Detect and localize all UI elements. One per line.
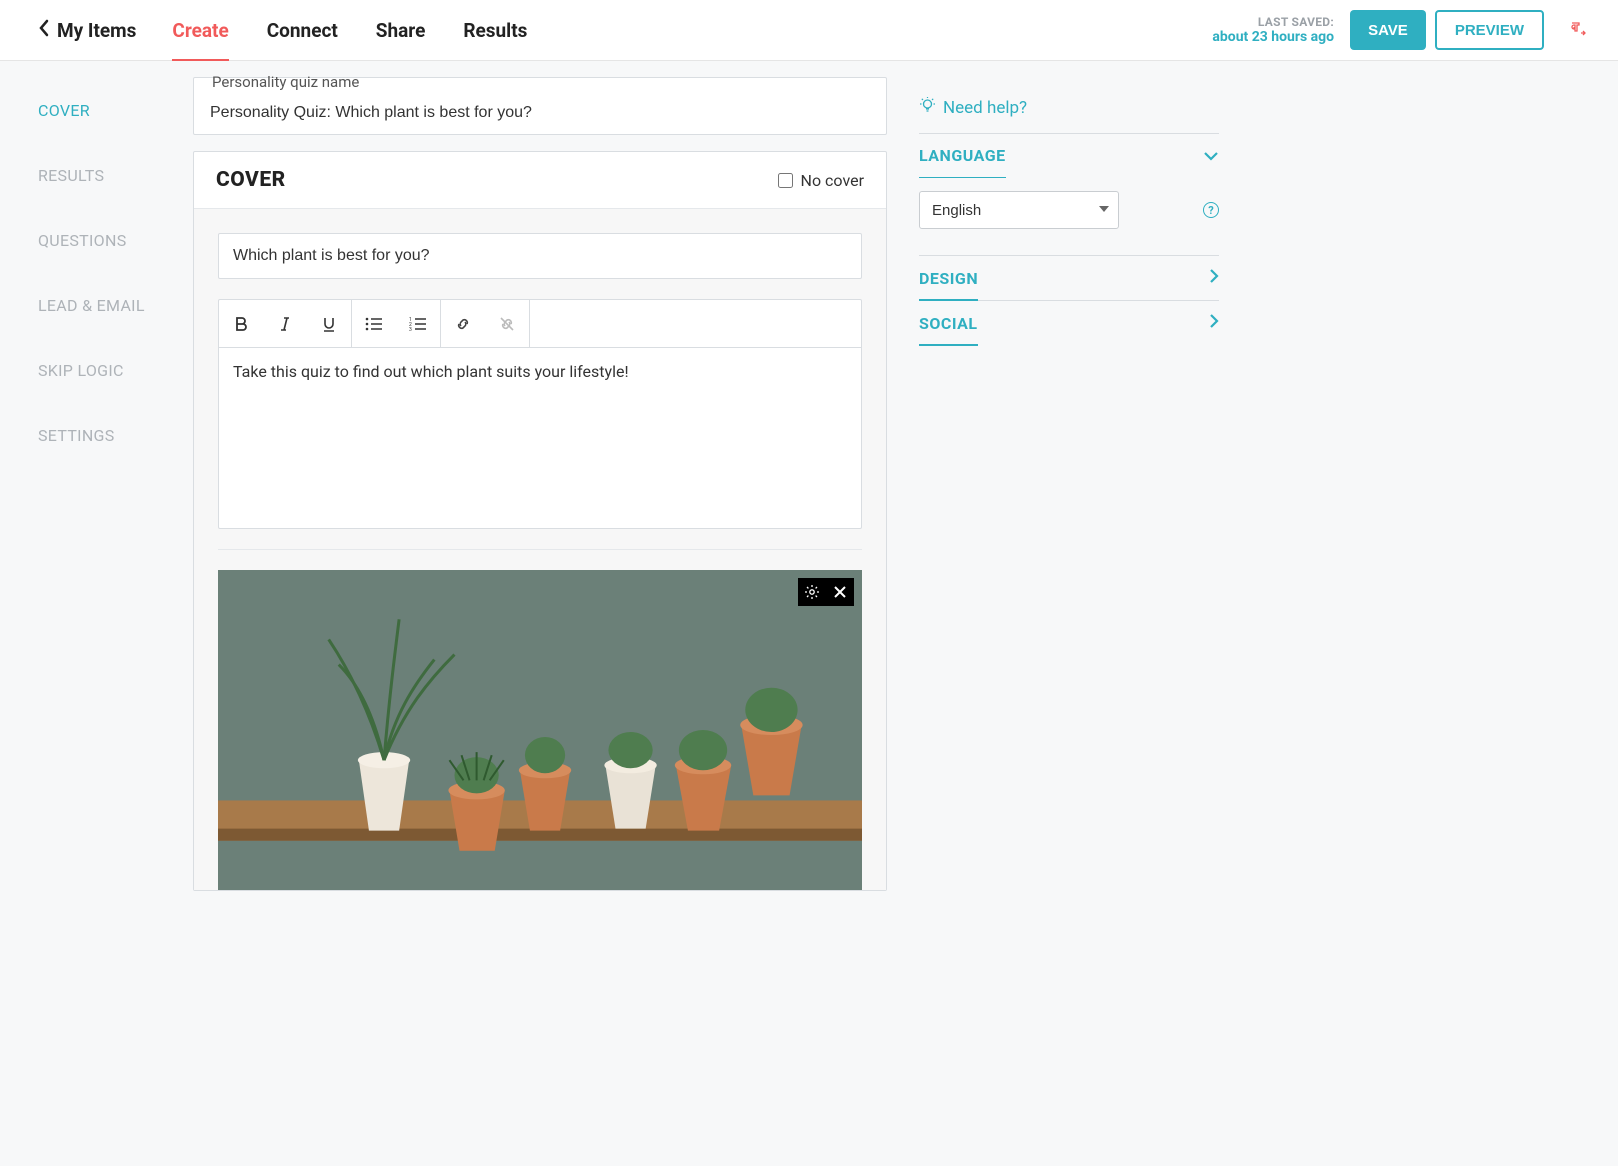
back-label: My Items: [57, 19, 136, 42]
language-select[interactable]: English: [919, 191, 1119, 229]
svg-text:3: 3: [409, 327, 412, 331]
tab-share[interactable]: Share: [376, 1, 426, 60]
chevron-right-icon: [1209, 313, 1219, 333]
image-settings-button[interactable]: [798, 578, 826, 606]
rich-text-editor: 123 Take this quiz to find out which pla…: [218, 299, 862, 529]
accordion-social-head[interactable]: SOCIAL: [919, 301, 1219, 345]
sidebar-item-cover[interactable]: COVER: [38, 101, 193, 120]
accordion-language: LANGUAGE English ?: [919, 133, 1219, 255]
quiz-name-input[interactable]: [210, 104, 870, 122]
preview-button[interactable]: PREVIEW: [1435, 10, 1544, 50]
plants-image-icon: [218, 570, 862, 890]
tab-results[interactable]: Results: [463, 1, 527, 60]
top-bar: My Items Create Connect Share Results LA…: [0, 0, 1618, 61]
quiz-name-legend: Personality quiz name: [210, 73, 361, 91]
unlink-button: [485, 300, 529, 347]
italic-button[interactable]: [263, 300, 307, 347]
chevron-right-icon: [1209, 268, 1219, 288]
sidebar-item-results[interactable]: RESULTS: [38, 166, 193, 185]
save-button[interactable]: SAVE: [1350, 10, 1426, 50]
underline-button[interactable]: [307, 300, 351, 347]
bold-button[interactable]: [219, 300, 263, 347]
link-button[interactable]: [441, 300, 485, 347]
divider: [218, 549, 862, 550]
lightbulb-icon: [919, 97, 936, 119]
description-editor[interactable]: Take this quiz to find out which plant s…: [219, 348, 861, 528]
accordion-design-title: DESIGN: [919, 269, 978, 288]
side-nav: COVER RESULTS QUESTIONS LEAD & EMAIL SKI…: [0, 61, 193, 891]
ordered-list-button[interactable]: 123: [396, 300, 440, 347]
back-to-my-items[interactable]: My Items: [38, 18, 136, 42]
cover-header: COVER No cover: [194, 152, 886, 209]
cover-body: 123 Take this quiz to find out which pla…: [194, 209, 886, 890]
image-remove-button[interactable]: [826, 578, 854, 606]
no-cover-toggle[interactable]: No cover: [778, 171, 864, 190]
accordion-design-head[interactable]: DESIGN: [919, 256, 1219, 300]
text-direction-icon[interactable]: [1570, 21, 1588, 39]
accordion-language-head[interactable]: LANGUAGE: [919, 134, 1219, 177]
accordion-social: SOCIAL: [919, 300, 1219, 345]
tab-connect[interactable]: Connect: [267, 1, 338, 60]
no-cover-checkbox[interactable]: [778, 173, 793, 188]
chevron-down-icon: [1203, 146, 1219, 165]
accordion-design: DESIGN: [919, 255, 1219, 300]
last-saved: LAST SAVED: about 23 hours ago: [1212, 15, 1334, 45]
sidebar-item-lead-email[interactable]: LEAD & EMAIL: [38, 296, 193, 315]
editor-toolbar: 123: [219, 300, 861, 348]
need-help-link[interactable]: Need help?: [919, 97, 1219, 119]
accordion-social-title: SOCIAL: [919, 314, 978, 333]
sidebar-item-skip-logic[interactable]: SKIP LOGIC: [38, 361, 193, 380]
nav-tabs: Create Connect Share Results: [172, 1, 1212, 60]
no-cover-label: No cover: [801, 171, 864, 190]
chevron-left-icon: [38, 18, 49, 42]
tab-create[interactable]: Create: [172, 1, 228, 60]
cover-section-title: COVER: [216, 168, 286, 192]
sidebar-item-questions[interactable]: QUESTIONS: [38, 231, 193, 250]
last-saved-label: LAST SAVED:: [1212, 15, 1334, 29]
accordion-language-body: English ?: [919, 177, 1219, 255]
help-icon[interactable]: ?: [1203, 202, 1219, 218]
need-help-label: Need help?: [943, 98, 1027, 118]
cover-image: [218, 570, 862, 890]
image-controls: [798, 578, 854, 606]
main-content: Personality quiz name COVER No cover: [193, 61, 887, 891]
accordion-language-title: LANGUAGE: [919, 146, 1006, 165]
last-saved-time: about 23 hours ago: [1212, 29, 1334, 45]
cover-title-input[interactable]: [218, 233, 862, 279]
quiz-name-field: Personality quiz name: [193, 77, 887, 135]
cover-card: COVER No cover: [193, 151, 887, 891]
right-panel: Need help? LANGUAGE English ? DESIGN: [919, 61, 1249, 891]
sidebar-item-settings[interactable]: SETTINGS: [38, 426, 193, 445]
unordered-list-button[interactable]: [352, 300, 396, 347]
